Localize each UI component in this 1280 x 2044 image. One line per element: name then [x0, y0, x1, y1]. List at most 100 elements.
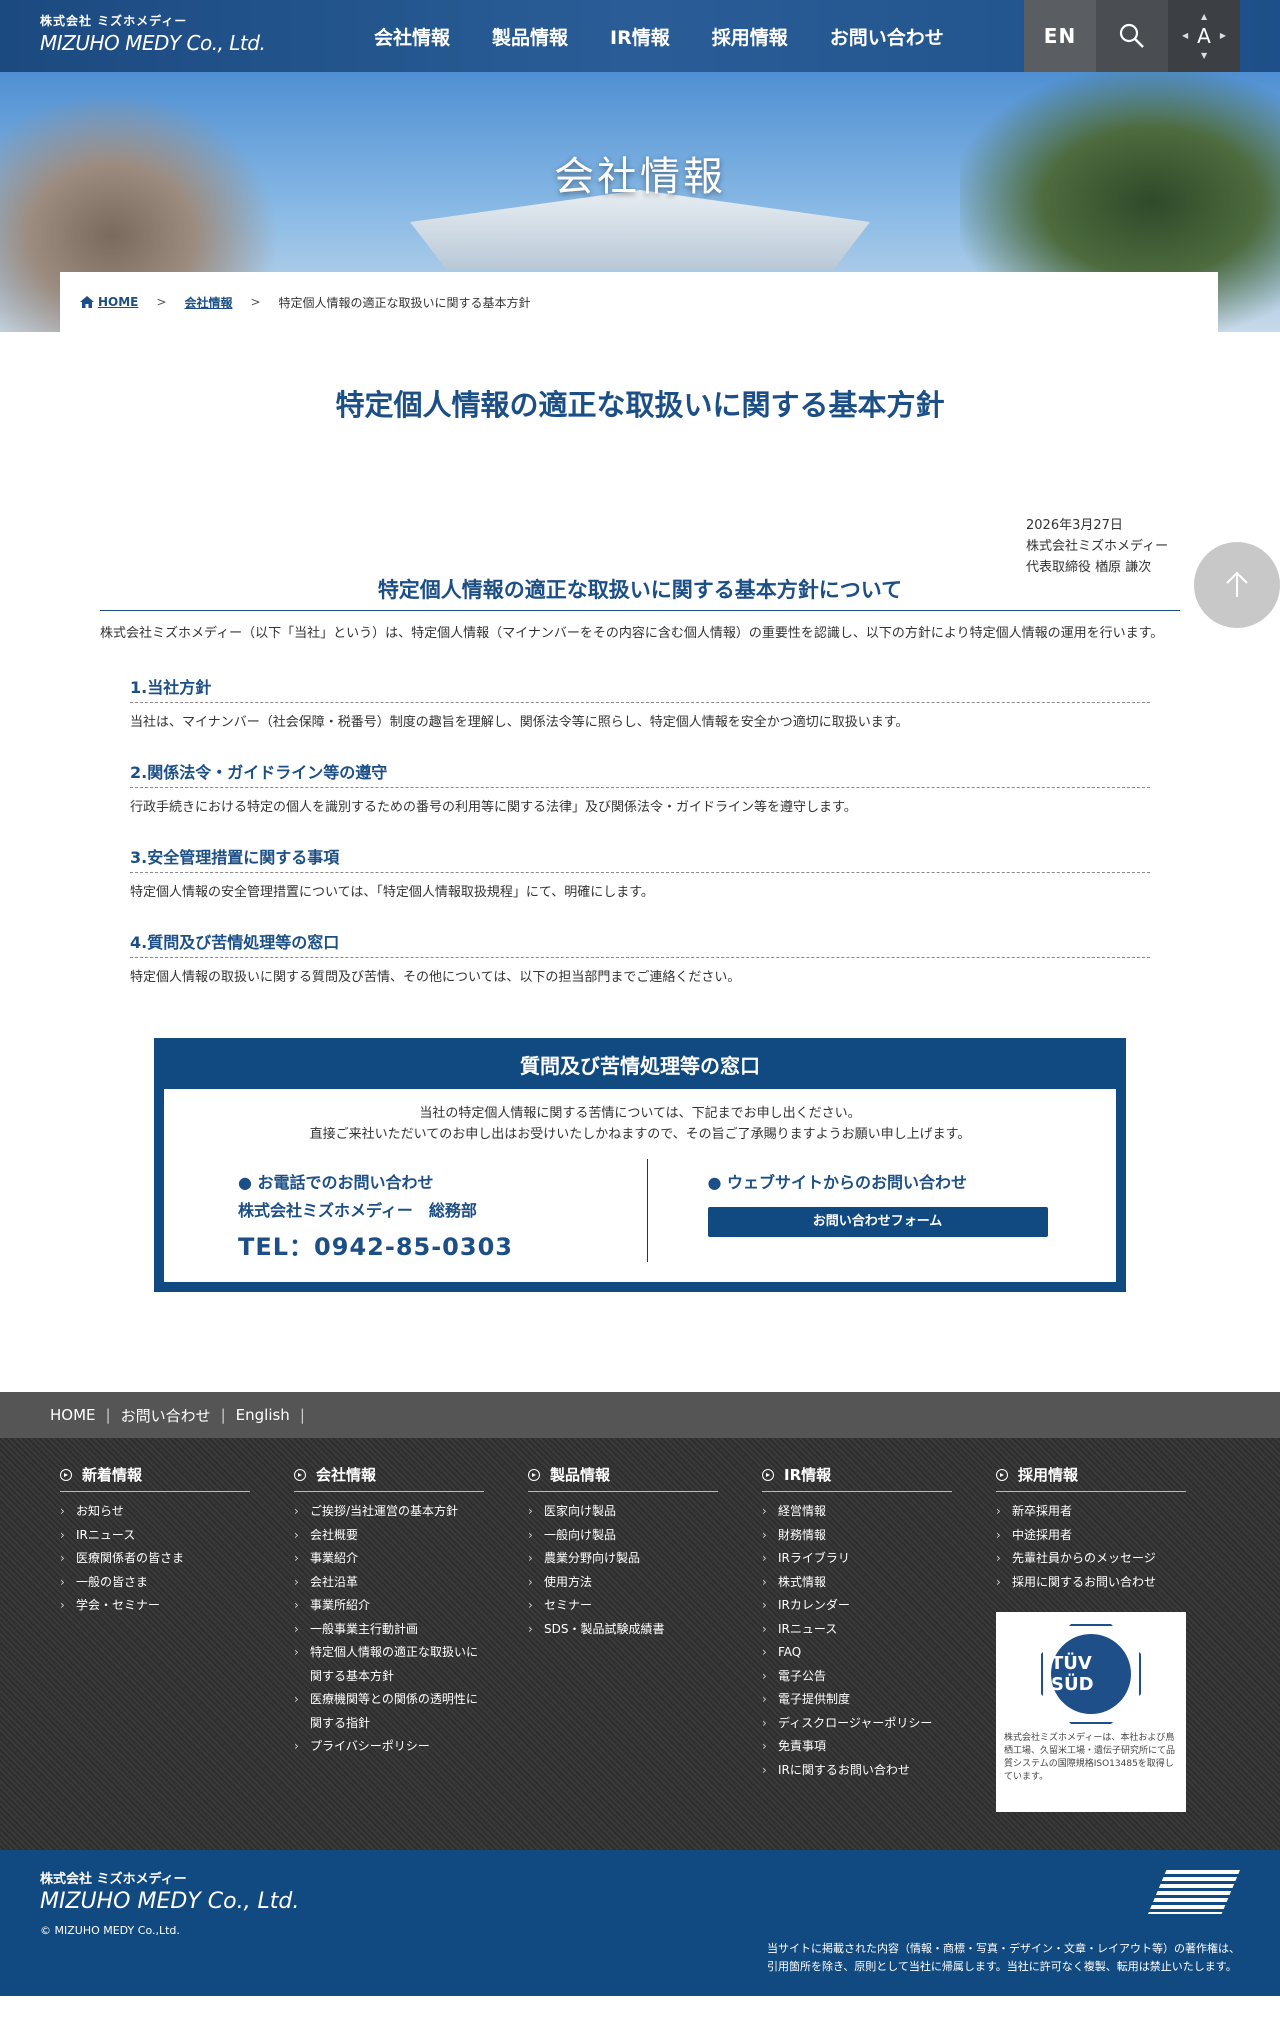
hero-banner: 会社情報 HOME > 会社情報 > 特定個人情報の適正な取扱いに関する基本方針	[0, 72, 1280, 332]
breadcrumb-home[interactable]: HOME	[80, 295, 138, 309]
site-header: 株式会社 ミズホメディー MIZUHO MEDY Co., Ltd. 会社情報 …	[0, 0, 1280, 72]
footer-link[interactable]: 医療関係者の皆さま	[60, 1547, 294, 1571]
footer-nav-home[interactable]: HOME	[50, 1406, 96, 1424]
breadcrumb-company[interactable]: 会社情報	[184, 294, 232, 311]
search-button[interactable]	[1096, 0, 1168, 72]
footer-nav-divider: |	[105, 1406, 111, 1424]
footer-link[interactable]: 株式情報	[762, 1571, 996, 1595]
footer-link[interactable]: IRライブラリ	[762, 1547, 996, 1571]
footer-col-company: 会社情報 ご挨拶/当社運営の基本方針 会社概要 事業紹介 会社沿革 事業所紹介 …	[294, 1464, 528, 1850]
section-intro: 株式会社ミズホメディー（以下「当社」という）は、特定個人情報（マイナンバーをその…	[100, 626, 1164, 641]
breadcrumb-separator: >	[250, 295, 261, 309]
policy-item-body: 特定個人情報の取扱いに関する質問及び苦情、その他については、以下の担当部門までご…	[130, 970, 741, 985]
circle-arrow-icon	[528, 1468, 540, 1481]
section-title: 特定個人情報の適正な取扱いに関する基本方針について	[100, 574, 1180, 611]
footer-link[interactable]: IRに関するお問い合わせ	[762, 1759, 996, 1783]
footer-link[interactable]: ご挨拶/当社運営の基本方針	[294, 1500, 484, 1524]
footer-link[interactable]: 採用に関するお問い合わせ	[996, 1571, 1230, 1595]
tuv-certification-badge[interactable]: TÜV SÜD 株式会社ミズホメディーは、本社および鳥栖工場、久留米工場・遺伝子…	[996, 1612, 1186, 1812]
footer-col-news: 新着情報 お知らせ IRニュース 医療関係者の皆さま 一般の皆さま 学会・セミナ…	[60, 1464, 294, 1850]
footer-link[interactable]: 使用方法	[528, 1571, 762, 1595]
footer-link[interactable]: 農業分野向け製品	[528, 1547, 762, 1571]
footer-link[interactable]: 新卒採用者	[996, 1500, 1230, 1524]
contact-columns: ● お電話でのお問い合わせ 株式会社ミズホメディー 総務部 TEL：0942-8…	[164, 1159, 1116, 1262]
main-content: 特定個人情報の適正な取扱いに関する基本方針 2026年3月27日 株式会社ミズホ…	[0, 382, 1280, 1292]
footer-col-title-label: 新着情報	[82, 1466, 143, 1484]
search-icon	[1119, 23, 1144, 48]
footer-nav-english[interactable]: English	[236, 1406, 290, 1424]
footer-link[interactable]: SDS・製品試験成績書	[528, 1618, 762, 1642]
footer-link[interactable]: 一般の皆さま	[60, 1571, 294, 1595]
footer-col-title-label: 会社情報	[316, 1466, 377, 1484]
policy-item-heading: 1.当社方針	[130, 674, 1150, 703]
contact-box-inner: 当社の特定個人情報に関する苦情については、下記までお申し出ください。 直接ご来社…	[164, 1089, 1116, 1282]
nav-products[interactable]: 製品情報	[492, 23, 568, 50]
footer-link[interactable]: 事業紹介	[294, 1547, 484, 1571]
footer-link[interactable]: 医家向け製品	[528, 1500, 762, 1524]
footer-link[interactable]: 電子提供制度	[762, 1688, 996, 1712]
font-size-button[interactable]: ▲ ◀ A ▶ ▼	[1168, 0, 1240, 72]
hero-title: 会社情報	[554, 154, 726, 200]
footer-link[interactable]: 中途採用者	[996, 1524, 1230, 1548]
tuv-caption: 株式会社ミズホメディーは、本社および鳥栖工場、久留米工場・遺伝子研究所にて品質シ…	[1004, 1733, 1176, 1782]
nav-company[interactable]: 会社情報	[374, 23, 450, 50]
footer-nav-contact[interactable]: お問い合わせ	[121, 1405, 211, 1426]
font-size-arrows-icon: ▲	[1201, 12, 1208, 21]
footer-bottom: 株式会社 ミズホメディー MIZUHO MEDY Co., Ltd. © MIZ…	[0, 1850, 1280, 1996]
font-size-label: A	[1197, 24, 1211, 48]
footer-col-title[interactable]: IR情報	[762, 1464, 952, 1492]
policy-item: 1.当社方針 当社は、マイナンバー（社会保障・税番号）制度の趣旨を理解し、関係法…	[130, 674, 1150, 733]
site-logo[interactable]: 株式会社 ミズホメディー MIZUHO MEDY Co., Ltd.	[40, 12, 266, 55]
footer-link[interactable]: 一般向け製品	[528, 1524, 762, 1548]
phone-department: 株式会社ミズホメディー 総務部	[238, 1201, 477, 1220]
policy-item: 2.関係法令・ガイドライン等の遵守 行政手続きにおける特定の個人を識別するための…	[130, 759, 1150, 818]
footer-col-title[interactable]: 製品情報	[528, 1464, 718, 1492]
footer-link[interactable]: お知らせ	[60, 1500, 294, 1524]
footer-link[interactable]: プライバシーポリシー	[294, 1735, 484, 1759]
circle-arrow-icon	[294, 1468, 306, 1481]
footer-link[interactable]: 一般事業主行動計画	[294, 1618, 484, 1642]
footer-link[interactable]: 免責事項	[762, 1735, 996, 1759]
nav-contact[interactable]: お問い合わせ	[830, 23, 944, 50]
footer-link[interactable]: 特定個人情報の適正な取扱いに関する基本方針	[294, 1641, 484, 1688]
font-size-arrow-right-icon: ▶	[1219, 31, 1226, 40]
english-button[interactable]: EN	[1024, 0, 1096, 72]
footer-link[interactable]: 事業所紹介	[294, 1594, 484, 1618]
policy-item: 4.質問及び苦情処理等の窓口 特定個人情報の取扱いに関する質問及び苦情、その他に…	[130, 929, 1150, 988]
footer-link[interactable]: 会社沿革	[294, 1571, 484, 1595]
footer-link[interactable]: 会社概要	[294, 1524, 484, 1548]
back-to-top-button[interactable]	[1194, 542, 1280, 628]
policy-date: 2026年3月27日	[1026, 518, 1123, 533]
footer-logo[interactable]: 株式会社 ミズホメディー MIZUHO MEDY Co., Ltd. © MIZ…	[40, 1868, 299, 1937]
footer-link[interactable]: 財務情報	[762, 1524, 996, 1548]
policy-company: 株式会社ミズホメディー	[1026, 539, 1169, 554]
footer-link[interactable]: セミナー	[528, 1594, 762, 1618]
footer-link[interactable]: IRニュース	[60, 1524, 294, 1548]
footer-link[interactable]: IRニュース	[762, 1618, 996, 1642]
footer-link[interactable]: ディスクロージャーポリシー	[762, 1712, 996, 1736]
logo-en: MIZUHO MEDY Co., Ltd.	[40, 31, 266, 55]
footer-col-title[interactable]: 会社情報	[294, 1464, 484, 1492]
home-icon	[80, 296, 94, 308]
nav-recruit[interactable]: 採用情報	[712, 23, 788, 50]
circle-arrow-icon	[60, 1468, 72, 1481]
footer-link[interactable]: 学会・セミナー	[60, 1594, 294, 1618]
footer-link[interactable]: 医療機関等との関係の透明性に関する指針	[294, 1688, 484, 1735]
contact-lead-2: 直接ご来社いただいてのお申し出はお受けいたしかねますので、その旨ご了承賜りますよ…	[309, 1127, 971, 1142]
global-nav: 会社情報 製品情報 IR情報 採用情報 お問い合わせ	[374, 0, 986, 72]
phone-number[interactable]: TEL：0942-85-0303	[238, 1227, 647, 1262]
footer-col-title[interactable]: 採用情報	[996, 1464, 1186, 1492]
contact-form-button[interactable]: お問い合わせフォーム	[707, 1207, 1048, 1237]
footer-link[interactable]: 電子公告	[762, 1665, 996, 1689]
circle-arrow-icon	[762, 1468, 774, 1481]
footer-link[interactable]: FAQ	[762, 1641, 996, 1665]
footer-link[interactable]: 先輩社員からのメッセージ	[996, 1547, 1230, 1571]
logo-jp: 株式会社 ミズホメディー	[40, 14, 188, 28]
footer-link[interactable]: IRカレンダー	[762, 1594, 996, 1618]
copyright-notice-line-2: 引用箇所を除き、原則として当社に帰属します。当社に許可なく複製、転用は禁止いたし…	[767, 1960, 1237, 1973]
footer-col-title[interactable]: 新着情報	[60, 1464, 250, 1492]
nav-ir[interactable]: IR情報	[610, 23, 670, 50]
policy-item-body: 行政手続きにおける特定の個人を識別するための番号の利用等に関する法律」及び関係法…	[130, 800, 857, 815]
policy-item-body: 当社は、マイナンバー（社会保障・税番号）制度の趣旨を理解し、関係法令等に照らし、…	[130, 715, 909, 730]
footer-link[interactable]: 経営情報	[762, 1500, 996, 1524]
